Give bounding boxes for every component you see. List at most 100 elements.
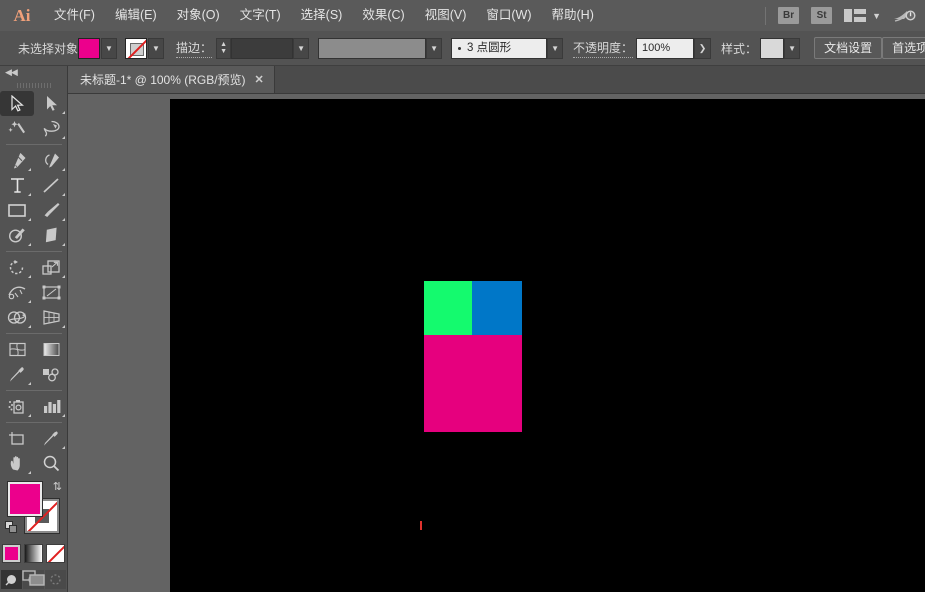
green-square[interactable] [424, 281, 472, 335]
tools-panel: ◀◀ [0, 66, 68, 592]
scale-tool[interactable] [34, 255, 68, 280]
menu-edit[interactable]: 编辑(E) [105, 0, 167, 31]
gradient-button[interactable] [24, 544, 43, 563]
tool-flyout-indicator-icon [28, 218, 31, 221]
menu-file[interactable]: 文件(F) [44, 0, 105, 31]
brush-definition-field[interactable]: 3 点圆形 [451, 38, 547, 59]
menu-select[interactable]: 选择(S) [291, 0, 353, 31]
magic-wand-tool[interactable] [0, 116, 34, 141]
zoom-tool[interactable] [34, 451, 68, 476]
toolbar-fill-swatch[interactable] [8, 482, 42, 516]
fill-control[interactable]: ▼ [78, 38, 117, 59]
direct-selection-tool[interactable] [34, 91, 68, 116]
menu-view[interactable]: 视图(V) [415, 0, 477, 31]
stroke-weight-input[interactable] [231, 38, 293, 59]
stroke-swatch-none[interactable] [125, 38, 147, 59]
magenta-rectangle[interactable] [424, 335, 522, 432]
tool-group-divider [0, 141, 68, 148]
blue-square[interactable] [472, 281, 522, 335]
tool-flyout-indicator-icon [28, 300, 31, 303]
blend-tool[interactable] [34, 362, 68, 387]
fill-swatch[interactable] [78, 38, 100, 59]
menu-object[interactable]: 对象(O) [167, 0, 230, 31]
stroke-control[interactable]: ▼ [125, 38, 164, 59]
column-graph-tool[interactable] [34, 394, 68, 419]
rectangle-tool[interactable] [0, 198, 34, 223]
stock-button[interactable]: St [811, 7, 832, 24]
style-control[interactable]: ▼ [760, 38, 800, 59]
paintbrush-tool[interactable] [34, 198, 68, 223]
tool-flyout-indicator-icon [62, 218, 65, 221]
document-tab[interactable]: 未标题-1* @ 100% (RGB/预览) ✕ [68, 66, 275, 93]
bridge-button[interactable]: Br [778, 7, 799, 24]
hand-tool[interactable] [0, 451, 34, 476]
opacity-flyout-icon[interactable]: ❯ [694, 38, 711, 59]
opacity-control[interactable]: 100% ❯ [636, 38, 711, 59]
document-setup-button[interactable]: 文档设置 [814, 37, 882, 59]
eyedropper-tool[interactable] [0, 362, 34, 387]
menu-type[interactable]: 文字(T) [230, 0, 291, 31]
lasso-tool[interactable] [34, 116, 68, 141]
rocket-power-icon[interactable] [893, 7, 917, 25]
shaper-tool[interactable] [0, 223, 34, 248]
tool-group-divider [0, 419, 68, 426]
brush-definition-chevron-icon[interactable]: ▼ [547, 38, 563, 59]
stroke-dropdown-chevron-icon[interactable]: ▼ [148, 38, 164, 59]
type-tool[interactable] [0, 173, 34, 198]
perspective-grid-tool[interactable] [34, 305, 68, 330]
control-bar: 未选择对象 ▼ ▼ 描边： ▲▼ ▼ ▼ 3 点圆形 ▼ 不透明度： [0, 31, 925, 66]
color-button[interactable] [2, 544, 21, 563]
tool-flyout-indicator-icon [62, 193, 65, 196]
tool-flyout-indicator-icon [28, 193, 31, 196]
curvature-tool[interactable] [34, 148, 68, 173]
swap-fill-stroke-icon[interactable]: ⇅ [53, 480, 62, 493]
none-button[interactable] [46, 544, 65, 563]
change-screen-mode-button[interactable] [0, 568, 68, 588]
work-area [68, 94, 925, 592]
preferences-button[interactable]: 首选项 [882, 37, 925, 59]
collapse-panel-icon[interactable]: ◀◀ [0, 66, 67, 79]
mesh-tool[interactable] [0, 337, 34, 362]
tool-flyout-indicator-icon [62, 275, 65, 278]
opacity-input[interactable]: 100% [636, 38, 694, 59]
menu-effect[interactable]: 效果(C) [352, 0, 414, 31]
variable-width-profile[interactable]: ▼ [318, 38, 442, 59]
illustrator-window: Ai 文件(F) 编辑(E) 对象(O) 文字(T) 选择(S) 效果(C) 视… [0, 0, 925, 592]
chevron-down-icon[interactable]: ▼ [872, 11, 881, 21]
default-fill-stroke-icon[interactable] [5, 521, 18, 534]
menu-divider [765, 7, 766, 25]
style-swatch[interactable] [760, 38, 784, 59]
brush-definition-control[interactable]: 3 点圆形 ▼ [451, 38, 563, 59]
menu-window[interactable]: 窗口(W) [476, 0, 541, 31]
workspace-switcher-icon[interactable] [844, 8, 866, 23]
stroke-weight-chevron-icon[interactable]: ▼ [293, 38, 309, 59]
menu-bar-right-cluster: Br St ▼ [759, 0, 925, 31]
style-chevron-icon[interactable]: ▼ [784, 38, 800, 59]
artboard-tool[interactable] [0, 426, 34, 451]
tool-flyout-indicator-icon [62, 325, 65, 328]
selection-tool[interactable] [0, 91, 34, 116]
line-segment-tool[interactable] [34, 173, 68, 198]
tool-group-divider [0, 248, 68, 255]
width-profile-chevron-icon[interactable]: ▼ [426, 38, 442, 59]
shape-builder-tool[interactable] [0, 305, 34, 330]
menu-help[interactable]: 帮助(H) [542, 0, 604, 31]
symbol-sprayer-tool[interactable] [0, 394, 34, 419]
close-icon[interactable]: ✕ [255, 73, 264, 86]
artboard-canvas[interactable] [170, 99, 925, 592]
width-tool[interactable] [0, 280, 34, 305]
stroke-weight-stepper[interactable]: ▲▼ [216, 38, 231, 59]
stroke-weight-control[interactable]: ▲▼ ▼ [216, 38, 309, 59]
width-profile-preview[interactable] [318, 38, 426, 59]
brush-dot-icon [458, 47, 461, 50]
tools-panel-grip[interactable] [0, 79, 67, 91]
slice-tool[interactable] [34, 426, 68, 451]
gradient-tool[interactable] [34, 337, 68, 362]
rotate-tool[interactable] [0, 255, 34, 280]
eraser-tool[interactable] [34, 223, 68, 248]
fill-dropdown-chevron-icon[interactable]: ▼ [101, 38, 117, 59]
pen-tool[interactable] [0, 148, 34, 173]
menu-bar: Ai 文件(F) 编辑(E) 对象(O) 文字(T) 选择(S) 效果(C) 视… [0, 0, 925, 31]
free-transform-tool[interactable] [34, 280, 68, 305]
tool-group-divider [0, 387, 68, 394]
